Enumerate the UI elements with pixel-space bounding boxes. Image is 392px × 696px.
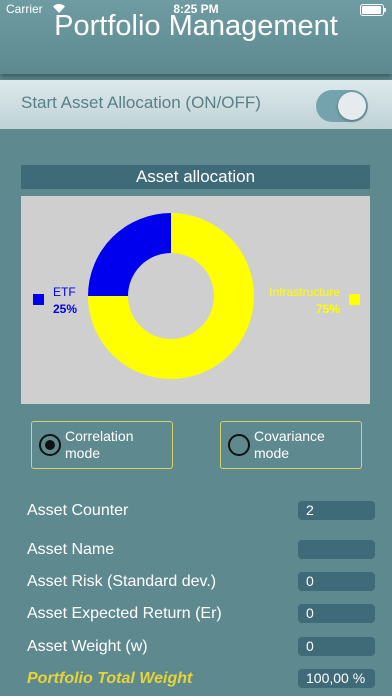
allocation-chart-area: [21, 196, 370, 404]
asset-allocation-header: Asset allocation: [21, 165, 370, 189]
covariance-mode-line1: Covariance: [254, 428, 325, 444]
covariance-mode-radio[interactable]: Covariance mode: [220, 421, 362, 469]
etf-legend-percent: 25%: [53, 302, 78, 316]
allocation-toggle-label: Start Asset Allocation (ON/OFF): [21, 93, 261, 112]
asset-counter-label: Asset Counter: [27, 502, 129, 519]
correlation-radio-dot: [45, 440, 55, 450]
asset-risk-label: Asset Risk (Standard dev.): [27, 573, 217, 590]
donut-slice-etf: [88, 213, 171, 296]
portfolio-total-weight-label: Portfolio Total Weight: [27, 670, 193, 687]
allocation-donut-chart: [88, 213, 254, 379]
covariance-mode-label: Covariance mode: [254, 428, 325, 462]
correlation-mode-radio[interactable]: Correlation mode: [31, 421, 173, 469]
asset-risk-field[interactable]: 0: [298, 572, 375, 591]
asset-weight-label: Asset Weight (w): [27, 638, 148, 655]
infrastructure-legend-label: Infrastructure: [269, 285, 340, 299]
page-title: Portfolio Management: [54, 10, 338, 42]
correlation-mode-line1: Correlation: [65, 428, 134, 444]
etf-legend-swatch: [33, 294, 44, 305]
toggle-knob: [338, 92, 366, 120]
correlation-mode-line2: mode: [65, 445, 101, 461]
asset-expected-return-label: Asset Expected Return (Er): [27, 605, 222, 622]
asset-expected-return-field[interactable]: 0: [298, 604, 375, 623]
asset-weight-field[interactable]: 0: [298, 637, 375, 656]
portfolio-total-weight-field: 100,00 %: [298, 669, 375, 688]
correlation-radio-circle: [39, 434, 61, 456]
covariance-radio-circle: [228, 434, 250, 456]
asset-counter-field[interactable]: 2: [298, 501, 375, 520]
infrastructure-legend-swatch: [349, 294, 360, 305]
correlation-mode-label: Correlation mode: [65, 428, 133, 462]
allocation-toggle-switch[interactable]: [316, 90, 368, 122]
asset-name-field[interactable]: [298, 540, 375, 559]
infrastructure-legend-percent: 75%: [315, 302, 340, 316]
asset-name-label: Asset Name: [27, 541, 115, 558]
etf-legend-label: ETF: [53, 285, 76, 299]
covariance-mode-line2: mode: [254, 445, 290, 461]
